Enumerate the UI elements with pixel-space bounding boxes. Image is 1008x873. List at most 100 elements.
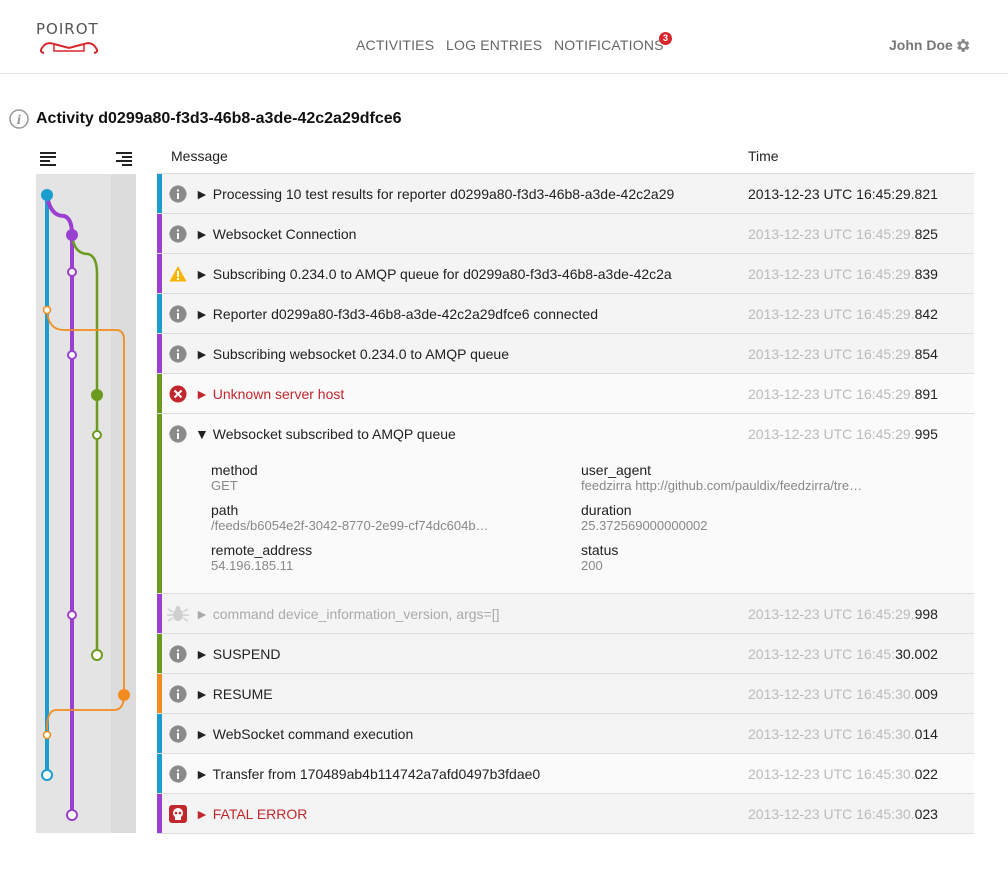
log-message[interactable]: ► Reporter d0299a80-f3d3-46b8-a3de-42c2a… [195, 306, 598, 322]
log-message[interactable]: ► WebSocket command execution [195, 726, 413, 742]
log-time-prefix: 2013-12-23 UTC 16:45:29. [748, 606, 915, 622]
log-time-suffix: 891 [914, 386, 938, 402]
log-time-prefix: 2013-12-23 UTC 16:45:29. [748, 426, 915, 442]
nav-notifications[interactable]: NOTIFICATIONS [554, 37, 664, 53]
log-time-prefix: 2013-12-23 UTC 16:45:29. [748, 306, 915, 322]
detail-value-remote-address: 54.196.185.11 [211, 558, 294, 573]
log-time: 2013-12-23 UTC 16:45:29.821 [748, 186, 938, 202]
log-message[interactable]: ► RESUME [195, 686, 273, 702]
log-message[interactable]: ► Websocket Connection [195, 226, 356, 242]
poirot-logo[interactable]: POIROT [36, 20, 102, 60]
log-time-prefix: 2013-12-23 UTC 16:45:29. [748, 226, 915, 242]
lane-color-bar [157, 594, 162, 633]
log-time: 2013-12-23 UTC 16:45:29.825 [748, 226, 938, 242]
log-message[interactable]: ► Transfer from 170489ab4b114742a7afd049… [195, 766, 540, 782]
log-entry-row[interactable]: ► Subscribing 0.234.0 to AMQP queue for … [157, 254, 974, 294]
log-time: 2013-12-23 UTC 16:45:29.995 [748, 426, 938, 442]
log-time: 2013-12-23 UTC 16:45:30.002 [748, 646, 938, 662]
log-time-prefix: 2013-12-23 UTC 16:45:29. [748, 266, 915, 282]
info-icon [169, 305, 187, 323]
nav-log-entries[interactable]: LOG ENTRIES [446, 37, 542, 53]
lane-color-bar [157, 374, 162, 413]
log-time-suffix: 998 [914, 606, 938, 622]
column-header-time: Time [748, 148, 779, 164]
detail-key-status: status [581, 542, 619, 558]
log-time-suffix: 842 [914, 306, 938, 322]
log-entry-row[interactable]: ► WebSocket command execution 2013-12-23 … [157, 714, 974, 754]
info-icon [169, 685, 187, 703]
gear-icon[interactable] [954, 37, 971, 54]
log-time: 2013-12-23 UTC 16:45:30.009 [748, 686, 938, 702]
detail-key-duration: duration [581, 502, 632, 518]
info-icon [169, 645, 187, 663]
error-icon [169, 385, 187, 403]
activity-graph-lines [41, 189, 130, 821]
log-message[interactable]: ► Subscribing websocket 0.234.0 to AMQP … [195, 346, 509, 362]
nav-activities[interactable]: ACTIVITIES [356, 37, 434, 53]
detail-key-path: path [211, 502, 239, 518]
lane-color-bar [157, 674, 162, 713]
info-icon [169, 345, 187, 363]
log-time: 2013-12-23 UTC 16:45:29.842 [748, 306, 938, 322]
log-time-suffix: 022 [914, 766, 938, 782]
detail-value-user-agent: feedzirra http://github.com/pauldix/feed… [581, 478, 863, 493]
detail-key-remote-address: remote_address [211, 542, 313, 558]
log-entry-row[interactable]: ► Reporter d0299a80-f3d3-46b8-a3de-42c2a… [157, 294, 974, 334]
bug-icon [167, 605, 189, 623]
log-entry-row[interactable]: ► SUSPEND 2013-12-23 UTC 16:45:30.002 [157, 634, 974, 674]
skull-icon [169, 805, 187, 823]
log-time: 2013-12-23 UTC 16:45:29.854 [748, 346, 938, 362]
user-name[interactable]: John Doe [889, 37, 953, 53]
log-entry-row[interactable]: ► Subscribing websocket 0.234.0 to AMQP … [157, 334, 974, 374]
log-entry-row[interactable]: ► Unknown server host 2013-12-23 UTC 16:4… [157, 374, 974, 414]
warning-icon [169, 265, 187, 283]
log-time-suffix: 30.002 [895, 646, 938, 662]
log-entry-row[interactable]: ► FATAL ERROR 2013-12-23 UTC 16:45:30.023 [157, 794, 974, 834]
log-entry-row[interactable]: ► Transfer from 170489ab4b114742a7afd049… [157, 754, 974, 794]
lane-color-bar [157, 414, 162, 593]
log-message[interactable]: ► Processing 10 test results for reporte… [195, 186, 674, 202]
log-time-suffix: 839 [914, 266, 938, 282]
lane-color-bar [157, 754, 162, 793]
detail-key-user-agent: user_agent [581, 462, 652, 478]
log-time-suffix: 854 [914, 346, 938, 362]
expand-lanes-icon[interactable] [116, 152, 132, 166]
info-icon [169, 225, 187, 243]
detail-key-method: method [211, 462, 258, 478]
log-time: 2013-12-23 UTC 16:45:29.998 [748, 606, 938, 622]
log-entry-row[interactable]: ► RESUME 2013-12-23 UTC 16:45:30.009 [157, 674, 974, 714]
column-header-message: Message [171, 148, 228, 164]
lane-color-bar [157, 714, 162, 753]
log-entry-row[interactable]: ► command device_information_version, ar… [157, 594, 974, 634]
info-icon: i [9, 109, 29, 129]
log-time: 2013-12-23 UTC 16:45:30.023 [748, 806, 938, 822]
log-time-prefix: 2013-12-23 UTC 16:45:29. [748, 346, 915, 362]
log-message[interactable]: ► Subscribing 0.234.0 to AMQP queue for … [195, 266, 672, 282]
detail-value-method: GET [211, 478, 238, 493]
log-message[interactable]: ► SUSPEND [195, 646, 280, 662]
log-time-suffix: 009 [914, 686, 938, 702]
page-title: Activity d0299a80-f3d3-46b8-a3de-42c2a29… [36, 110, 402, 127]
collapse-lanes-icon[interactable] [40, 152, 56, 166]
lane-color-bar [157, 794, 162, 833]
log-entry-row[interactable]: ► Websocket Connection 2013-12-23 UTC 16:… [157, 214, 974, 254]
info-icon [169, 425, 187, 443]
detail-value-duration: 25.372569000000002 [581, 518, 708, 533]
log-time-prefix: 2013-12-23 UTC 16:45:30. [748, 806, 915, 822]
info-icon [169, 725, 187, 743]
top-bar: POIROT ACTIVITIES LOG ENTRIES NOTIFICATI… [0, 0, 1008, 74]
log-time: 2013-12-23 UTC 16:45:30.022 [748, 766, 938, 782]
svg-text:i: i [17, 113, 22, 127]
log-message[interactable]: ▼ Websocket subscribed to AMQP queue [195, 426, 456, 442]
log-time: 2013-12-23 UTC 16:45:29.839 [748, 266, 938, 282]
log-message[interactable]: ► Unknown server host [195, 386, 344, 402]
log-entry-row[interactable]: ► Processing 10 test results for reporte… [157, 174, 974, 214]
lane-color-bar [157, 294, 162, 333]
log-message[interactable]: ► FATAL ERROR [195, 806, 307, 822]
log-time-prefix: 2013-12-23 UTC 16:45:30. [748, 766, 915, 782]
log-time-prefix: 2013-12-23 UTC 16:45:30. [748, 686, 915, 702]
info-icon [169, 185, 187, 203]
detail-value-status: 200 [581, 558, 603, 573]
info-icon [169, 765, 187, 783]
log-message[interactable]: ► command device_information_version, ar… [195, 606, 500, 622]
